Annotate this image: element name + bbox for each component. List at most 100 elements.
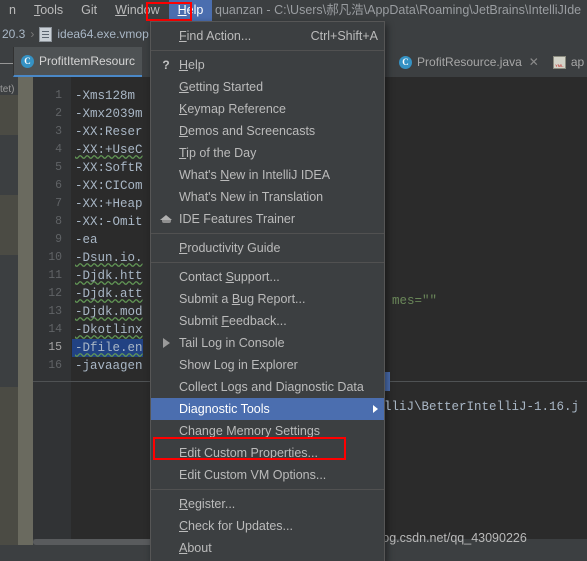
code-line[interactable]: -Dsun.io. bbox=[75, 249, 143, 267]
menu-item-edit-custom-properties[interactable]: Edit Custom Properties... bbox=[151, 442, 384, 464]
menu-item-edit-custom-vm-options[interactable]: Edit Custom VM Options... bbox=[151, 464, 384, 486]
menubar-item-label: n bbox=[9, 3, 16, 17]
menu-item-what-s-new-in-translation[interactable]: What's New in Translation bbox=[151, 186, 384, 208]
menu-item-tail-log-in-console[interactable]: Tail Log in Console bbox=[151, 332, 384, 354]
project-panel-sliver[interactable] bbox=[18, 77, 33, 545]
code-fragment: lliJ\BetterIntelliJ-1.16.j bbox=[384, 400, 580, 414]
menu-item-label: Submit Feedback... bbox=[179, 314, 287, 328]
menu-item-submit-a-bug-report[interactable]: Submit a Bug Report... bbox=[151, 288, 384, 310]
code-line[interactable]: -javaagen bbox=[75, 357, 143, 375]
menu-item-keymap-reference[interactable]: Keymap Reference bbox=[151, 98, 384, 120]
menu-item-label: Diagnostic Tools bbox=[179, 402, 270, 416]
menu-item-label: Check for Updates... bbox=[179, 519, 293, 533]
menubar-item-run[interactable]: n bbox=[0, 0, 25, 21]
menubar-item-label: indow bbox=[126, 3, 160, 17]
code-line[interactable]: -Xmx2039m bbox=[75, 105, 143, 123]
menubar-item-tools[interactable]: Tools bbox=[25, 0, 72, 21]
breadcrumb-item-version[interactable]: 20.3 bbox=[2, 27, 25, 41]
menu-item-help[interactable]: ? Help bbox=[151, 54, 384, 76]
menubar-item-help[interactable]: Help bbox=[168, 0, 213, 21]
project-panel-label: tet) bbox=[0, 84, 15, 95]
code-line[interactable]: -Dkotlinx bbox=[75, 321, 143, 339]
code-line[interactable]: -XX:CICom bbox=[75, 177, 143, 195]
menu-item-label: Contact Support... bbox=[179, 270, 280, 284]
java-class-icon: C bbox=[399, 55, 413, 69]
menu-item-label: Tail Log in Console bbox=[179, 336, 285, 350]
menubar-item-label: Git bbox=[81, 3, 98, 17]
menu-item-ide-features-trainer[interactable]: IDE Features Trainer bbox=[151, 208, 384, 230]
code-line[interactable]: -XX:+Heap bbox=[75, 195, 143, 213]
gutter-line-number: 10 bbox=[48, 251, 62, 264]
menu-item-label: Edit Custom VM Options... bbox=[179, 468, 327, 482]
menu-item-label: IDE Features Trainer bbox=[179, 212, 296, 226]
gutter-line-number: 6 bbox=[55, 179, 62, 192]
menu-item-submit-feedback[interactable]: Submit Feedback... bbox=[151, 310, 384, 332]
editor-tab-label: ap bbox=[570, 55, 585, 69]
menu-separator bbox=[151, 233, 384, 234]
editor-tab-label: ProfitResource.java bbox=[417, 55, 522, 69]
editor-tab-label: ProfitItemResourc bbox=[39, 54, 136, 68]
menu-item-demos-and-screencasts[interactable]: Demos and Screencasts bbox=[151, 120, 384, 142]
code-line-text: -XX:+UseC bbox=[75, 143, 143, 157]
menu-item-about[interactable]: About bbox=[151, 537, 384, 559]
menu-item-productivity-guide[interactable]: Productivity Guide bbox=[151, 237, 384, 259]
breadcrumb-item-file[interactable]: idea64.exe.vmop bbox=[39, 26, 149, 42]
menu-separator bbox=[151, 262, 384, 263]
editor-tab-application-yml[interactable]: ap bbox=[546, 47, 587, 77]
menu-item-label: Change Memory Settings bbox=[179, 424, 321, 438]
code-line[interactable]: -Djdk.att bbox=[75, 285, 143, 303]
code-line[interactable]: -Djdk.mod bbox=[75, 303, 143, 321]
menu-item-show-log-in-explorer[interactable]: Show Log in Explorer bbox=[151, 354, 384, 376]
menu-item-diagnostic-tools[interactable]: Diagnostic Tools bbox=[151, 398, 384, 420]
menu-item-collect-logs-and-diagnostic-data[interactable]: Collect Logs and Diagnostic Data bbox=[151, 376, 384, 398]
menu-item-label: Productivity Guide bbox=[179, 241, 281, 255]
code-line[interactable]: -Djdk.htt bbox=[75, 267, 143, 285]
code-line[interactable]: -Xms128m bbox=[75, 87, 135, 105]
menu-separator bbox=[151, 50, 384, 51]
code-line[interactable]: -XX:-Omit bbox=[75, 213, 143, 231]
code-line[interactable]: -XX:SoftR bbox=[75, 159, 143, 177]
editor-gutter[interactable]: 1 2 3 4 5 6 7 8 9 10 11 12 13 14 15 16 bbox=[33, 77, 71, 539]
menu-separator bbox=[151, 489, 384, 490]
code-line-text: -XX:SoftR bbox=[75, 161, 143, 175]
code-line[interactable]: -XX:+UseC bbox=[75, 141, 143, 159]
collapse-all-icon[interactable]: — bbox=[0, 47, 13, 77]
menu-item-label: Find Action... bbox=[179, 29, 252, 43]
help-popup-menu[interactable]: Find Action... Ctrl+Shift+A ? Help Getting S… bbox=[150, 21, 385, 561]
editor-tab-profititemresource[interactable]: C ProfitItemResourc bbox=[13, 47, 143, 77]
code-line[interactable]: -ea bbox=[75, 231, 98, 249]
file-icon bbox=[39, 26, 53, 42]
main-menu-bar: n Tools Git Window Help bbox=[0, 0, 213, 21]
title-bar: n Tools Git Window Help quanzan - C:\Use… bbox=[0, 0, 587, 21]
gutter-line-number: 14 bbox=[48, 323, 62, 336]
menu-item-change-memory-settings[interactable]: Change Memory Settings bbox=[151, 420, 384, 442]
menu-item-contact-support[interactable]: Contact Support... bbox=[151, 266, 384, 288]
menu-item-tip-of-the-day[interactable]: Tip of the Day bbox=[151, 142, 384, 164]
gutter-line-number: 2 bbox=[55, 107, 62, 120]
gutter-line-number: 16 bbox=[48, 359, 62, 372]
menu-item-check-for-updates[interactable]: Check for Updates... bbox=[151, 515, 384, 537]
code-line[interactable]: -XX:Reser bbox=[75, 123, 143, 141]
menu-item-register[interactable]: Register... bbox=[151, 493, 384, 515]
menu-item-getting-started[interactable]: Getting Started bbox=[151, 76, 384, 98]
menu-item-label: Keymap Reference bbox=[179, 102, 287, 116]
menu-item-label: Tip of the Day bbox=[179, 146, 257, 160]
menubar-item-window[interactable]: Window bbox=[106, 0, 168, 21]
close-icon[interactable]: ✕ bbox=[529, 55, 539, 69]
code-line[interactable]: -Dfile.en bbox=[72, 339, 143, 357]
code-line-text: -XX:CICom bbox=[75, 179, 143, 193]
menu-item-label: About bbox=[179, 541, 212, 555]
menubar-item-git[interactable]: Git bbox=[72, 0, 106, 21]
menubar-item-label: elp bbox=[186, 3, 204, 17]
code-line-text: -Djdk.att bbox=[75, 287, 143, 301]
left-tool-strip[interactable] bbox=[0, 77, 18, 545]
question-mark-icon: ? bbox=[162, 58, 170, 72]
window-title: quanzan - C:\Users\郝凡浩\AppData\Roaming\J… bbox=[215, 3, 582, 17]
editor-tab-profitresource[interactable]: C ProfitResource.java ✕ bbox=[392, 47, 546, 77]
chevron-right-icon: › bbox=[30, 27, 35, 41]
intellij-idea-window: n Tools Git Window Help quanzan - C:\Use… bbox=[0, 0, 587, 561]
menu-item-find-action[interactable]: Find Action... Ctrl+Shift+A bbox=[151, 25, 384, 47]
menu-item-what-s-new-in-intellij-idea[interactable]: What's New in IntelliJ IDEA bbox=[151, 164, 384, 186]
java-class-icon: C bbox=[21, 54, 34, 68]
gutter-line-number: 7 bbox=[55, 197, 62, 210]
